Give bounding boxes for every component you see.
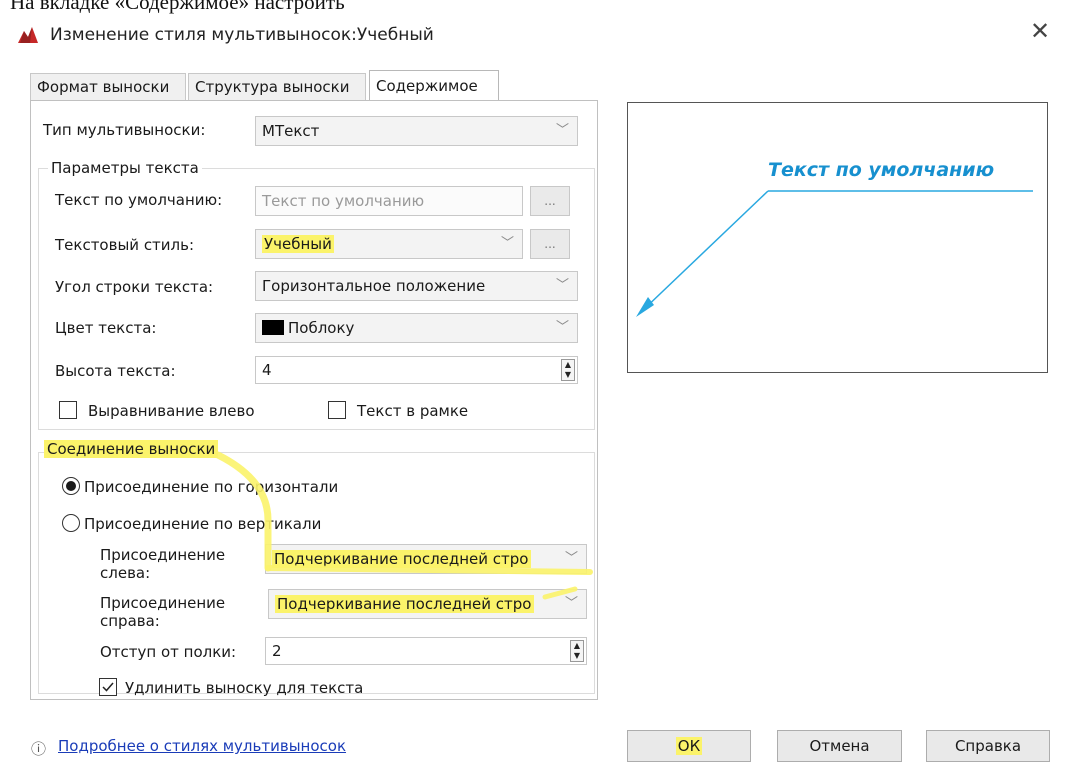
ok-button[interactable]: ОК	[627, 730, 751, 762]
preview-text: Текст по умолчанию	[768, 159, 995, 181]
preview-leader-line	[639, 190, 769, 314]
info-icon: ⓘ	[31, 740, 47, 758]
ok-label: ОК	[675, 737, 703, 755]
preview-drawing	[636, 190, 1033, 317]
help-button[interactable]: Справка	[926, 730, 1050, 762]
cancel-button[interactable]: Отмена	[777, 730, 902, 762]
learn-more-link[interactable]: Подробнее о стилях мультивыносок	[58, 737, 346, 755]
preview-pane: Текст по умолчанию	[627, 102, 1048, 373]
preview-arrowhead	[636, 297, 654, 317]
